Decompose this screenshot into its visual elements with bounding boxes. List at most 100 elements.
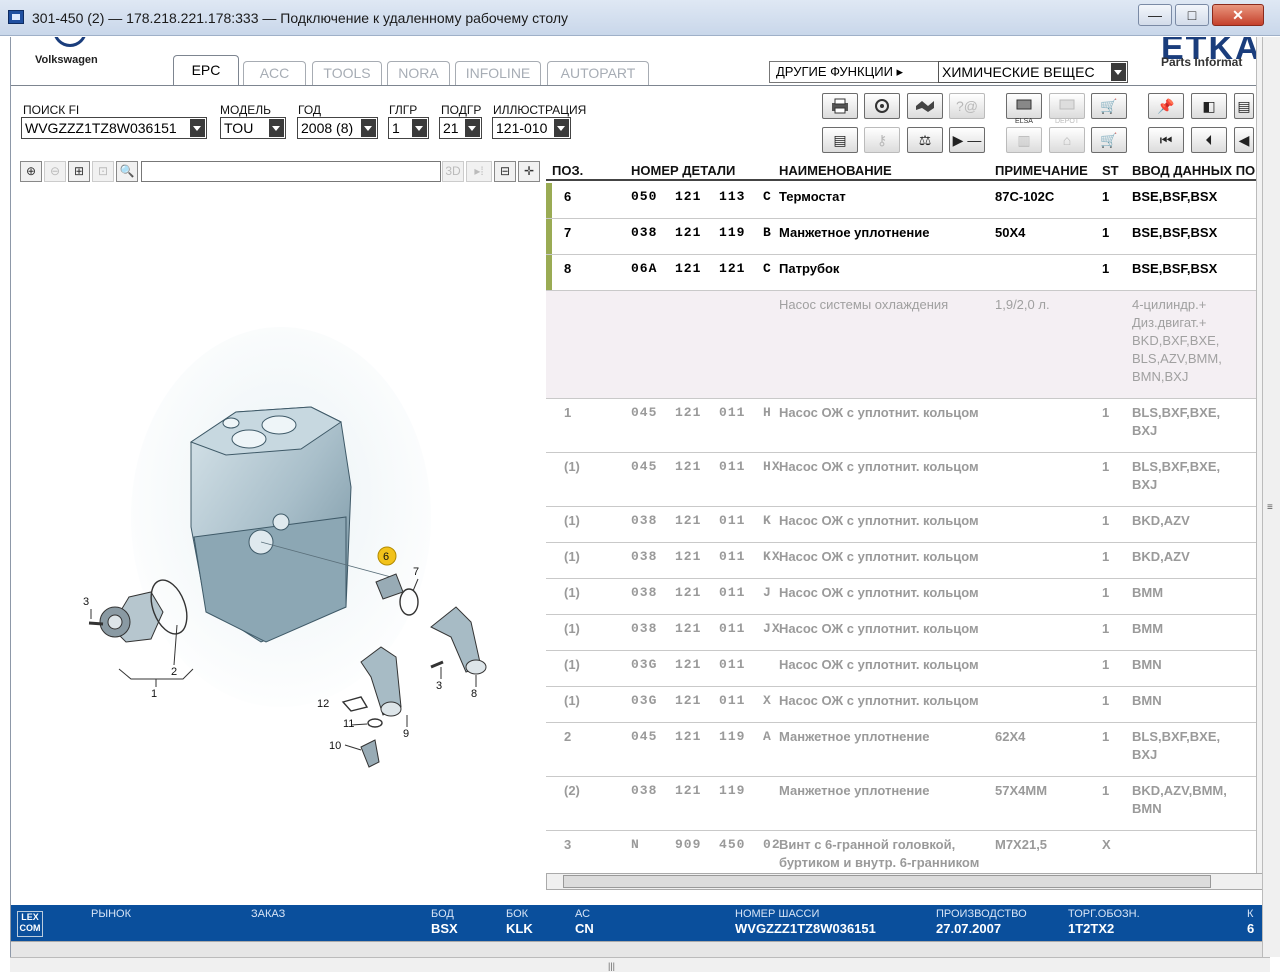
3d-button[interactable]: 3D (442, 161, 464, 182)
remote-horizontal-scrollbar[interactable]: ||| (10, 957, 1270, 972)
tab-acc[interactable]: ACC (243, 61, 306, 85)
table-row[interactable]: (1) 038 121 011 J Насос ОЖ с уплотнит. кол… (546, 579, 1266, 615)
col-input[interactable]: ВВОД ДАННЫХ ПО (1132, 163, 1255, 178)
callout-10[interactable]: 10 (329, 740, 341, 752)
chevron-down-icon[interactable] (190, 119, 205, 137)
chevron-down-icon[interactable] (465, 119, 480, 137)
other-functions-label[interactable]: ДРУГИЕ ФУНКЦИИ ▸ (769, 61, 939, 83)
illustration-search-field[interactable] (141, 161, 441, 182)
table-horizontal-scrollbar[interactable] (546, 873, 1266, 890)
tab-nora[interactable]: NORA (387, 61, 450, 85)
hotspot-button[interactable]: ▸⁞ (466, 161, 492, 182)
callout-12[interactable]: 12 (317, 698, 329, 710)
chevron-down-icon[interactable] (1111, 63, 1126, 81)
remote-vertical-scrollbar[interactable]: ≡ (1262, 37, 1280, 957)
window-titlebar[interactable]: 301-450 (2) — 178.218.221.178:333 — Подк… (0, 0, 1280, 36)
list-view-button[interactable]: ▤ (822, 127, 858, 153)
handshake-button[interactable] (907, 93, 943, 119)
magnifier-button[interactable]: 🔍 (116, 161, 138, 182)
model-select[interactable]: TOU (220, 117, 286, 139)
print-button[interactable] (822, 93, 858, 119)
scale-button[interactable]: ⚖ (907, 127, 943, 153)
table-row[interactable]: (1) 03G 121 011 Насос ОЖ с уплотнит. кольц… (546, 651, 1266, 687)
subgr-select[interactable]: 21 (439, 117, 482, 139)
elsa-button[interactable]: ELSA (1006, 93, 1042, 125)
illustration-select[interactable]: 121-010 (492, 117, 571, 139)
cell-input: BKD,AZV (1132, 549, 1190, 564)
col-st[interactable]: ST (1102, 163, 1119, 178)
callout-9[interactable]: 9 (403, 728, 409, 740)
resize-button[interactable]: ✛ (518, 161, 540, 182)
search-fi-select[interactable]: WVGZZZ1TZ8W036151 (21, 117, 207, 139)
zoom-area-button[interactable]: ⊡ (92, 161, 114, 182)
etka-app: Volkswagen ETKA Parts Informat EPC ACC T… (10, 37, 1270, 957)
tab-autopart[interactable]: AUTOPART (547, 61, 649, 85)
illustration-toolbar: ⊕ ⊖ ⊞ ⊡ 🔍 3D ▸⁞ ⊟ ✛ (11, 159, 541, 183)
trade-value: 1T2TX2 (1068, 921, 1115, 936)
other-functions-select[interactable]: ХИМИЧЕСКИЕ ВЕЩЕС (938, 61, 1128, 83)
table-row[interactable]: Насос системы охлаждения 1,9/2,0 л. 4-цили… (546, 291, 1266, 399)
prev-page-button[interactable]: ⏴ (1191, 127, 1227, 153)
table-row[interactable]: (1) 045 121 011 HX Насос ОЖ с уплотнит. ко… (546, 453, 1266, 507)
minimize-button[interactable]: — (1138, 4, 1172, 26)
chevron-down-icon[interactable] (361, 119, 376, 137)
zoom-in-button[interactable]: ⊕ (20, 161, 42, 182)
table-row[interactable]: (1) 038 121 011 K Насос ОЖ с уплотнит. кол… (546, 507, 1266, 543)
tab-infoline[interactable]: INFOLINE (455, 61, 541, 85)
table-row[interactable]: (1) 03G 121 011 X Насос ОЖ с уплотнит. кол… (546, 687, 1266, 723)
table-row[interactable]: 7 038 121 119 B Манжетное уплотнение 50X4 1 B… (546, 219, 1266, 255)
table-row[interactable]: (2) 038 121 119 Манжетное уплотнение 57X4MM… (546, 777, 1266, 831)
chevron-down-icon[interactable] (269, 119, 284, 137)
key-button[interactable]: ⚷ (864, 127, 900, 153)
prev-item-button[interactable]: ◀ (1234, 127, 1254, 153)
year-select[interactable]: 2008 (8) (297, 117, 378, 139)
col-name[interactable]: НАИМЕНОВАНИЕ (779, 163, 892, 178)
table-row[interactable]: (1) 038 121 011 JX Насос ОЖ с уплотнит. ко… (546, 615, 1266, 651)
col-note[interactable]: ПРИМЕЧАНИЕ (995, 163, 1088, 178)
help-button[interactable]: ?@ (949, 93, 985, 119)
cell-input: BSE,BSF,BSX (1132, 261, 1218, 276)
production-value: 27.07.2007 (936, 921, 1002, 936)
callout-2[interactable]: 2 (171, 666, 177, 678)
tab-tools[interactable]: TOOLS (312, 61, 382, 85)
order-label: ЗАКАЗ (251, 908, 286, 920)
callout-6[interactable]: 6 (383, 551, 389, 563)
mgr-select[interactable]: 1 (388, 117, 429, 139)
zoom-fit-button[interactable]: ⊞ (68, 161, 90, 182)
chevron-down-icon[interactable] (554, 119, 569, 137)
forward-page-button[interactable]: ▤ (1234, 93, 1254, 119)
col-pos[interactable]: ПОЗ. (552, 163, 583, 178)
cart-transfer-button[interactable]: 🛒 (1091, 93, 1127, 119)
back-page-button[interactable]: ◧ (1191, 93, 1227, 119)
depot-button[interactable]: DEPOT (1049, 93, 1085, 125)
chevron-down-icon[interactable] (412, 119, 427, 137)
play-button[interactable]: ▶ — (949, 127, 985, 153)
callout-8[interactable]: 8 (471, 688, 477, 700)
pin-button[interactable]: 📌 (1148, 93, 1184, 119)
callout-3-right[interactable]: 3 (436, 680, 442, 692)
cell-name: Термостат (779, 189, 846, 204)
split-view-button[interactable]: ⊟ (494, 161, 516, 182)
callout-7[interactable]: 7 (413, 566, 419, 578)
table-scroll-thumb[interactable] (563, 875, 1211, 888)
col-part-no[interactable]: НОМЕР ДЕТАЛИ (631, 163, 735, 178)
callout-3-left[interactable]: 3 (83, 596, 89, 608)
document-button[interactable]: ▥ (1006, 127, 1042, 153)
close-button[interactable]: ✕ (1212, 4, 1264, 26)
callout-1[interactable]: 1 (151, 688, 157, 700)
cell-part-no: 038 121 011 JX (631, 621, 781, 636)
table-row[interactable]: 1 045 121 011 H Насос ОЖ с уплотнит. кольц… (546, 399, 1266, 453)
zoom-out-button[interactable]: ⊖ (44, 161, 66, 182)
table-row[interactable]: 2 045 121 119 A Манжетное уплотнение 62X4 1 B… (546, 723, 1266, 777)
tab-epc[interactable]: EPC (173, 55, 239, 86)
parts-search-button[interactable] (864, 93, 900, 119)
cart-button[interactable]: 🛒 (1091, 127, 1127, 153)
first-page-button[interactable]: ⏮ (1148, 127, 1184, 153)
callout-11[interactable]: 11 (343, 718, 354, 730)
restore-button[interactable]: □ (1175, 4, 1209, 26)
parts-illustration[interactable]: 6 1 2 3 3 7 8 9 10 11 12 (11, 187, 541, 887)
group-button[interactable]: ⌂ (1049, 127, 1085, 153)
table-row[interactable]: 8 06A 121 121 C Патрубок 1 BSE,BSF,BSX (546, 255, 1266, 291)
table-row[interactable]: 6 050 121 113 C Термостат 87C-102C 1 BSE,BSF,… (546, 183, 1266, 219)
table-row[interactable]: (1) 038 121 011 KX Насос ОЖ с уплотнит. ко… (546, 543, 1266, 579)
